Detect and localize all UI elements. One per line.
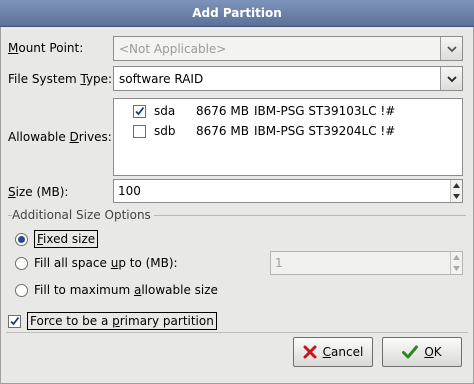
radio-fill-max[interactable]: Fill to maximum allowable size: [15, 283, 218, 297]
drives-list[interactable]: sda 8676 MB IBM-PSG ST39103LC !# sdb 867…: [113, 98, 463, 176]
size-label: Size (MB):: [8, 185, 69, 199]
allowable-drives-label: Allowable Drives:: [8, 130, 112, 144]
drive-name: sda: [154, 104, 176, 118]
separator: [6, 332, 468, 333]
chevron-down-icon[interactable]: [440, 67, 462, 90]
size-value: 100: [118, 184, 141, 198]
red-x-icon: [303, 345, 317, 359]
mount-point-combo[interactable]: <Not Applicable>: [113, 36, 463, 61]
spin-up-icon[interactable]: [451, 252, 462, 263]
fs-type-value: software RAID: [119, 71, 204, 86]
spin-arrows[interactable]: [450, 252, 462, 274]
radio-button[interactable]: [15, 232, 28, 246]
fill-upto-value: 1: [275, 256, 283, 270]
list-item[interactable]: sda 8676 MB IBM-PSG ST39103LC !#: [114, 101, 395, 121]
fs-type-label: File System Type:: [8, 72, 113, 86]
green-check-icon: [402, 345, 419, 359]
cancel-button[interactable]: Cancel: [293, 337, 373, 367]
ok-button[interactable]: OK: [382, 337, 462, 367]
list-item[interactable]: sdb 8676 MB IBM-PSG ST39204LC !#: [114, 121, 395, 141]
force-primary-checkbox-row[interactable]: Force to be a primary partition: [8, 312, 217, 330]
window-title: Add Partition: [192, 6, 282, 20]
size-spinbox[interactable]: 100: [113, 179, 463, 203]
drive-model: IBM-PSG ST39204LC !#: [254, 124, 396, 138]
ok-label: OK: [424, 345, 442, 359]
radio-fixed-size[interactable]: Fixed size: [15, 230, 99, 248]
chevron-down-icon[interactable]: [440, 37, 462, 60]
fs-type-combo[interactable]: software RAID: [113, 66, 463, 91]
force-primary-checkbox[interactable]: [8, 314, 21, 328]
spin-down-icon[interactable]: [451, 263, 462, 274]
spin-up-icon[interactable]: [451, 180, 462, 191]
radio-button[interactable]: [15, 256, 28, 270]
radio-fixed-label: Fixed size: [34, 230, 99, 248]
title-bar: Add Partition: [0, 0, 474, 27]
drive-checkbox-sdb[interactable]: [133, 124, 146, 138]
cancel-label: Cancel: [322, 345, 364, 359]
radio-fill-upto-label: Fill all space up to (MB):: [34, 256, 178, 270]
radio-fill-upto[interactable]: Fill all space up to (MB):: [15, 256, 178, 270]
radio-fill-max-label: Fill to maximum allowable size: [34, 283, 218, 297]
mount-point-value: <Not Applicable>: [119, 41, 227, 56]
drive-model: IBM-PSG ST39103LC !#: [254, 104, 396, 118]
force-primary-label: Force to be a primary partition: [27, 312, 217, 330]
radio-button[interactable]: [15, 283, 28, 297]
spin-arrows[interactable]: [450, 180, 462, 202]
mount-point-label: Mount Point:: [8, 41, 84, 55]
fill-upto-spinbox[interactable]: 1: [270, 251, 463, 275]
drive-checkbox-sda[interactable]: [133, 104, 146, 118]
additional-size-options-title: Additional Size Options: [12, 208, 154, 222]
spin-down-icon[interactable]: [451, 191, 462, 202]
drive-name: sdb: [154, 124, 176, 138]
